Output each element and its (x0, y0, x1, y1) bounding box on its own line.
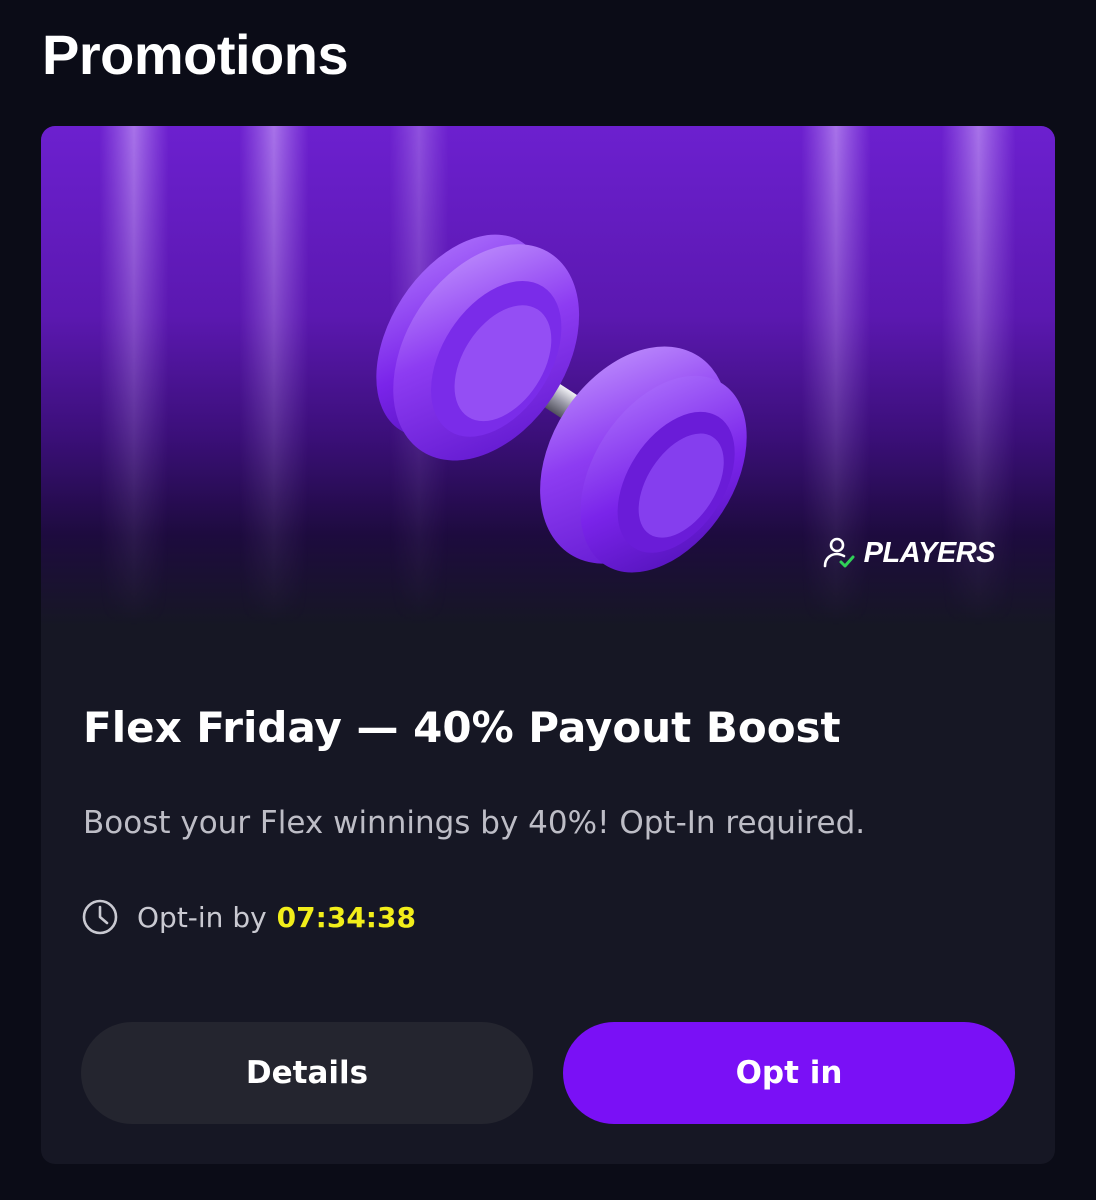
promo-banner: PLAYERS (41, 126, 1055, 626)
details-button[interactable]: Details (81, 1022, 533, 1124)
brand-badge: PLAYERS (822, 536, 996, 570)
deadline-label: Opt-in by (137, 900, 267, 934)
clock-icon (82, 899, 118, 935)
dumbbell-illustration (376, 234, 747, 573)
promo-title: Flex Friday — 40% Payout Boost (83, 703, 841, 752)
brand-name: PLAYERS (863, 536, 996, 569)
countdown-timer: 07:34:38 (276, 900, 416, 934)
page-title: Promotions (42, 23, 349, 86)
promo-card: PLAYERS Flex Friday — 40% Payout Boost B… (41, 126, 1055, 1164)
person-check-icon (823, 537, 855, 568)
promo-description: Boost your Flex winnings by 40%! Opt-In … (83, 805, 866, 841)
opt-in-deadline: Opt-in by 07:34:38 (81, 898, 416, 936)
promotions-page: Promotions PLAYERS Flex Friday — 40% Pay… (0, 0, 1096, 1200)
opt-in-button[interactable]: Opt in (563, 1022, 1015, 1124)
